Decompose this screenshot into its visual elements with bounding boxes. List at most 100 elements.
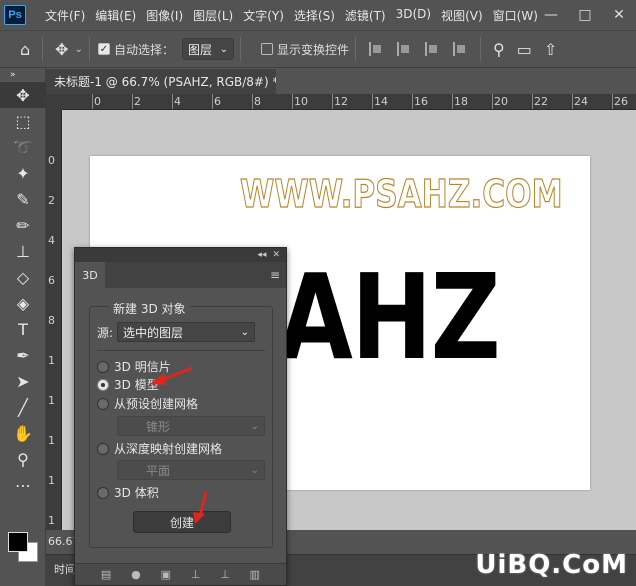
close-icon[interactable]: ✕	[272, 250, 280, 260]
filter-scene-icon[interactable]: ▤	[101, 568, 111, 581]
ruler-label: 8	[254, 95, 261, 108]
document-tab[interactable]: 未标题-1 @ 66.7% (PSAHZ, RGB/8#) * ✕	[46, 68, 303, 94]
menu-edit[interactable]: 编辑(E)	[90, 7, 141, 24]
pen-tool-icon[interactable]: ✒	[0, 342, 46, 368]
tools-panel: » ✥ ⬚ ➰ ✦ ✎ ✏ ⊥ ◇ ◈ T ✒ ➤ ╱ ✋ ⚲ ⋯	[0, 68, 46, 586]
move-tool-icon[interactable]: ✥	[49, 40, 74, 59]
foreground-color[interactable]	[8, 532, 28, 552]
collapse-icon[interactable]: ◂◂	[257, 250, 266, 260]
menu-layer[interactable]: 图层(L)	[188, 7, 238, 24]
render-icon[interactable]: ▣	[161, 568, 171, 581]
eraser-tool-icon[interactable]: ◇	[0, 264, 46, 290]
expand-toolbar-icon[interactable]: »	[0, 68, 46, 82]
ruler-tick	[612, 94, 613, 109]
preset-dropdown[interactable]: 锥形 ⌄	[117, 416, 265, 436]
type-tool-icon[interactable]: T	[0, 316, 46, 342]
eyedropper-tool-icon[interactable]: ✎	[0, 186, 46, 212]
ruler-label: 1	[48, 354, 55, 367]
zoom-tool-icon[interactable]: ⚲	[0, 446, 46, 472]
radio-button-selected[interactable]	[97, 378, 109, 391]
align-right-icon[interactable]	[424, 42, 439, 56]
option-label: 从深度映射创建网格	[114, 442, 223, 456]
ruler-label: 4	[174, 95, 181, 108]
minimize-button[interactable]: —	[534, 7, 568, 23]
radio-button[interactable]	[97, 360, 109, 373]
align-center-icon[interactable]	[396, 42, 411, 56]
ruler-label: 1	[48, 474, 55, 487]
panel-menu-icon[interactable]: ≡	[270, 268, 280, 282]
ruler-label: 18	[454, 95, 468, 108]
auto-select-checkbox[interactable]: ✓	[97, 43, 110, 55]
ruler-tick	[452, 94, 453, 109]
show-transform-checkbox[interactable]	[260, 43, 273, 55]
menu-image[interactable]: 图像(I)	[141, 7, 188, 24]
depth-map-dropdown[interactable]: 平面 ⌄	[117, 460, 265, 480]
brush-tool-icon[interactable]: ✏	[0, 212, 46, 238]
panel-titlebar[interactable]: ◂◂ ✕	[75, 248, 286, 262]
ruler-tick	[252, 94, 253, 109]
option-mesh-from-depth-map[interactable]: 从深度映射创建网格	[97, 440, 222, 457]
path-select-tool-icon[interactable]: ➤	[0, 368, 46, 394]
chevron-down-icon: ⌄	[250, 420, 259, 432]
line-tool-icon[interactable]: ╱	[0, 394, 46, 420]
paint-bucket-tool-icon[interactable]: ◈	[0, 290, 46, 316]
add-object-icon[interactable]: ⊥	[220, 568, 230, 581]
radio-button[interactable]	[97, 442, 109, 455]
tab-strip	[276, 68, 636, 94]
tab-3d[interactable]: 3D	[75, 262, 105, 288]
auto-select-target-dropdown[interactable]: 图层 ⌄	[181, 38, 234, 60]
menu-3d[interactable]: 3D(D)	[391, 7, 436, 24]
ruler-label: 1	[48, 514, 55, 527]
radio-button[interactable]	[97, 486, 109, 499]
add-light-icon[interactable]: ⊥	[191, 568, 201, 581]
menu-filter[interactable]: 滤镜(T)	[340, 7, 391, 24]
chevron-down-icon[interactable]: ⌄	[75, 44, 83, 55]
lasso-tool-icon[interactable]: ➰	[0, 134, 46, 160]
ruler-label: 20	[494, 95, 508, 108]
move-tool-icon[interactable]: ✥	[0, 82, 46, 108]
more-tools-icon[interactable]: ⋯	[0, 472, 46, 498]
show-transform-toggle[interactable]: 显示变换控件	[260, 41, 349, 58]
depth-map-value: 平面	[146, 463, 171, 478]
auto-select-toggle[interactable]: ✓ 自动选择：	[97, 41, 174, 58]
option-3d-volume[interactable]: 3D 体积	[97, 484, 159, 501]
annotation-arrow-create	[193, 491, 208, 524]
menu-file[interactable]: 文件(F)	[40, 7, 90, 24]
option-label: 3D 体积	[114, 486, 159, 500]
workspace-icon[interactable]: ▭	[511, 40, 538, 59]
delete-icon[interactable]: ▥	[250, 568, 260, 581]
source-value: 选中的图层	[123, 325, 184, 340]
align-left-icon[interactable]	[368, 42, 383, 56]
ruler-label: 12	[334, 95, 348, 108]
vertical-ruler[interactable]: 0 2 4 6 8 1 1 1 1 1	[46, 110, 62, 530]
close-button[interactable]: ✕	[602, 7, 636, 23]
home-icon[interactable]: ⌂	[14, 40, 36, 59]
ruler-label: 16	[414, 95, 428, 108]
ruler-tick	[332, 94, 333, 109]
option-mesh-from-preset[interactable]: 从预设创建网格	[97, 395, 198, 412]
photoshop-logo: Ps	[4, 5, 26, 25]
ruler-tick	[412, 94, 413, 109]
divider	[354, 37, 356, 61]
menu-view[interactable]: 视图(V)	[436, 7, 488, 24]
share-icon[interactable]: ⇧	[538, 40, 563, 59]
horizontal-ruler[interactable]: 0 2 4 6 8 10 12 14 16 18 20 22 24 26	[62, 94, 636, 110]
magic-wand-tool-icon[interactable]: ✦	[0, 160, 46, 186]
light-icon[interactable]: ●	[131, 568, 141, 581]
source-dropdown[interactable]: 选中的图层 ⌄	[117, 322, 256, 342]
menu-type[interactable]: 文字(Y)	[238, 7, 289, 24]
timeline-tab[interactable]: 时间	[54, 561, 76, 577]
create-button[interactable]: 创建	[133, 511, 231, 533]
maximize-button[interactable]: □	[568, 7, 602, 23]
distribute-icon[interactable]	[452, 42, 467, 56]
marquee-tool-icon[interactable]: ⬚	[0, 108, 46, 134]
ruler-label: 4	[48, 234, 55, 247]
color-swatches[interactable]	[8, 532, 40, 564]
search-icon[interactable]: ⚲	[487, 40, 511, 59]
radio-button[interactable]	[97, 397, 109, 410]
stamp-tool-icon[interactable]: ⊥	[0, 238, 46, 264]
divider	[42, 37, 44, 61]
hand-tool-icon[interactable]: ✋	[0, 420, 46, 446]
divider	[239, 37, 241, 61]
menu-select[interactable]: 选择(S)	[289, 7, 340, 24]
